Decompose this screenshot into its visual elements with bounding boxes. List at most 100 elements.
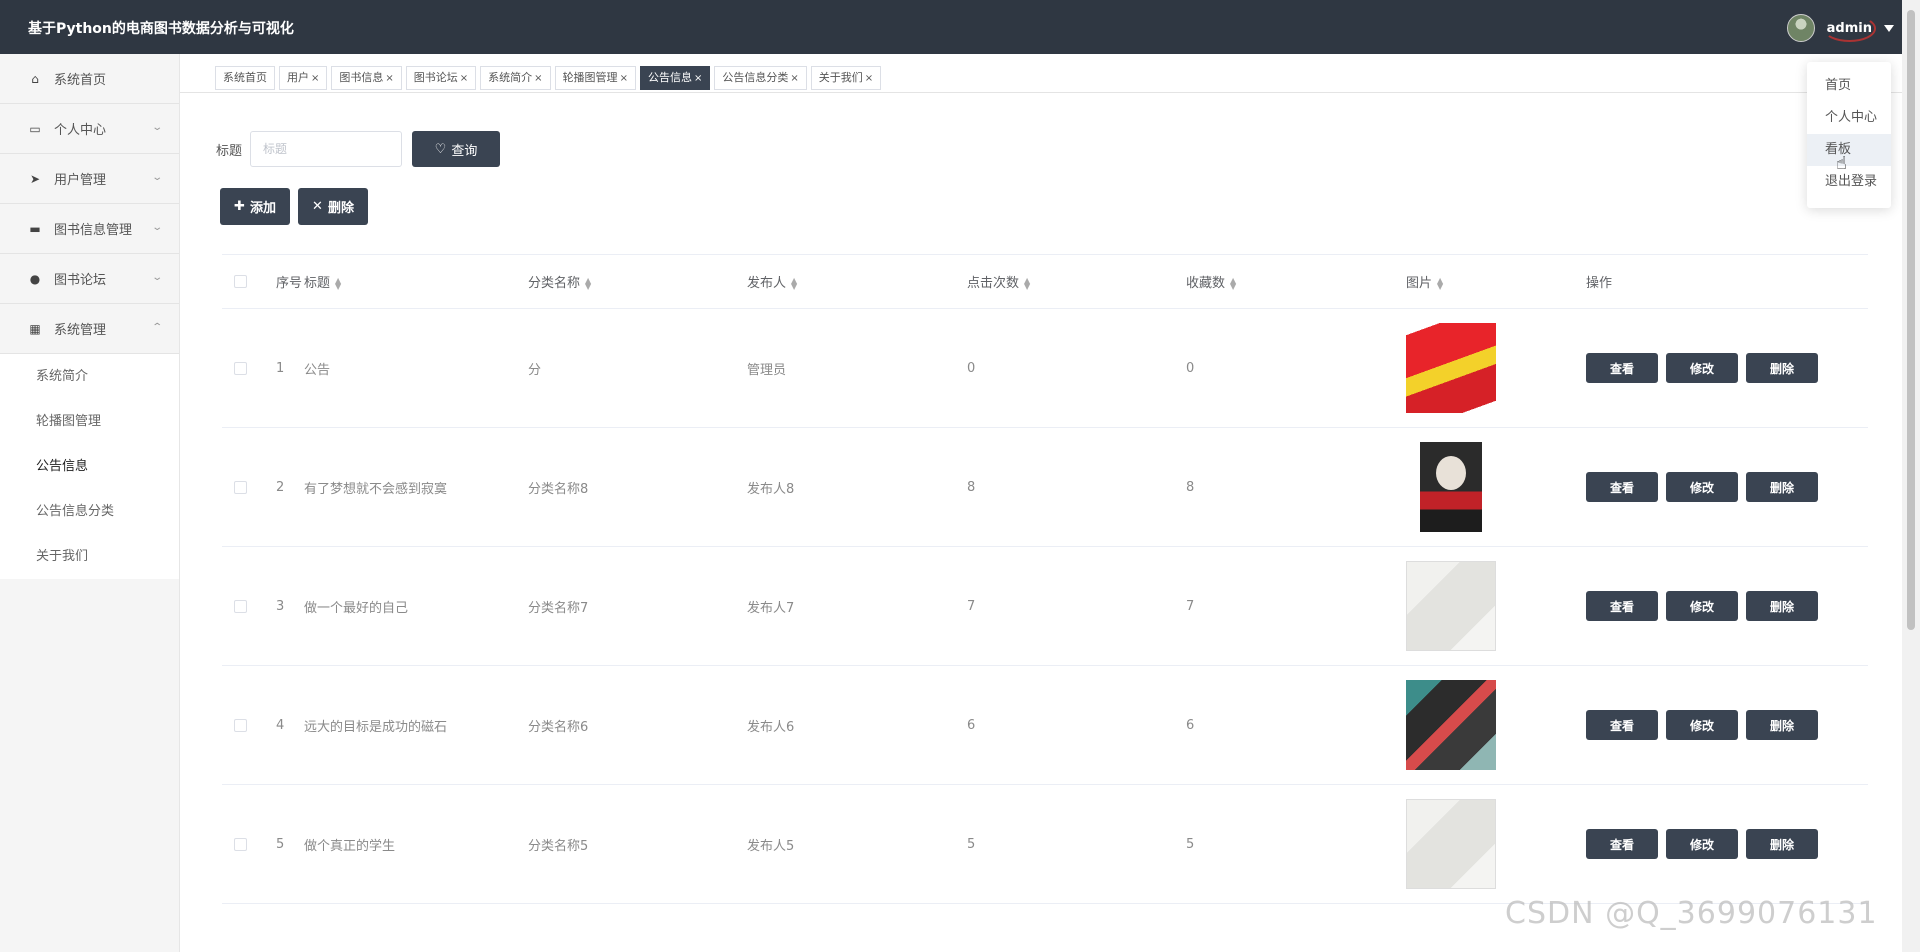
- row-checkbox[interactable]: [234, 718, 247, 732]
- delete-button[interactable]: 删除: [1746, 353, 1818, 383]
- tab-book-forum[interactable]: 图书论坛 ×: [405, 66, 477, 90]
- action-bar: ✚ 添加 ✕ 删除: [220, 188, 368, 225]
- tab-book-info[interactable]: 图书信息 ×: [331, 66, 402, 90]
- system-submenu: 系统简介 轮播图管理 公告信息 公告信息分类 关于我们: [0, 354, 179, 579]
- view-button[interactable]: 查看: [1586, 353, 1658, 383]
- sidebar-subitem-about[interactable]: 关于我们: [0, 534, 179, 579]
- top-bar: 基于Python的电商图书数据分析与可视化 admin: [0, 0, 1920, 54]
- sidebar-subitem-notice-category[interactable]: 公告信息分类: [0, 489, 179, 534]
- header-actions: 操作: [1586, 276, 1613, 291]
- close-icon[interactable]: ×: [620, 73, 628, 84]
- book-cover-image[interactable]: [1406, 799, 1496, 889]
- scrollbar[interactable]: [1902, 0, 1920, 952]
- header-favorites[interactable]: 收藏数 ▲ ▼: [1186, 272, 1406, 291]
- header-title[interactable]: 标题 ▲ ▼: [304, 272, 528, 291]
- sort-icon[interactable]: ▲ ▼: [1024, 276, 1030, 290]
- book-cover-image[interactable]: [1406, 680, 1496, 770]
- search-button[interactable]: ♡ 查询: [412, 131, 501, 167]
- edit-button[interactable]: 修改: [1666, 591, 1738, 621]
- close-icon[interactable]: ×: [460, 73, 468, 84]
- send-icon: ➤: [29, 171, 41, 186]
- header-clicks[interactable]: 点击次数 ▲ ▼: [967, 272, 1186, 291]
- sort-icon[interactable]: ▲ ▼: [585, 276, 591, 290]
- sidebar-item-label: 个人中心: [54, 123, 107, 138]
- tab-system-intro[interactable]: 系统简介 ×: [480, 66, 551, 90]
- scrollbar-thumb[interactable]: [1907, 10, 1915, 630]
- edit-button[interactable]: 修改: [1666, 710, 1738, 740]
- row-checkbox[interactable]: [234, 480, 247, 494]
- sort-icon[interactable]: ▲ ▼: [1437, 276, 1443, 290]
- header-publisher[interactable]: 发布人 ▲ ▼: [747, 272, 967, 291]
- dropdown-item-profile[interactable]: 个人中心: [1807, 102, 1891, 134]
- dropdown-item-logout[interactable]: 退出登录: [1807, 166, 1891, 198]
- close-icon[interactable]: ×: [865, 73, 873, 84]
- close-icon[interactable]: ×: [311, 73, 319, 84]
- cell-favorites: 7: [1186, 598, 1195, 614]
- cell-clicks: 0: [967, 360, 976, 376]
- sidebar-item-system[interactable]: ▦ 系统管理 ⌃: [0, 304, 179, 354]
- view-button[interactable]: 查看: [1586, 829, 1658, 859]
- cell-publisher: 发布人6: [747, 719, 795, 735]
- delete-button[interactable]: 删除: [1746, 472, 1818, 502]
- tab-notice-category[interactable]: 公告信息分类 ×: [714, 66, 807, 90]
- avatar[interactable]: [1786, 14, 1815, 42]
- table-header: 序号 标题 ▲ ▼ 分类名称 ▲ ▼ 发布人 ▲ ▼ 点击次数 ▲ ▼ 收藏数 ▲ ▼ 图片 ▲ ▼ 操…: [222, 255, 1868, 309]
- sidebar-subitem-intro[interactable]: 系统简介: [0, 354, 179, 399]
- close-icon[interactable]: ×: [694, 73, 702, 84]
- view-button[interactable]: 查看: [1586, 710, 1658, 740]
- view-button[interactable]: 查看: [1586, 472, 1658, 502]
- header-index: 序号: [276, 276, 303, 291]
- dropdown-item-home[interactable]: 首页: [1807, 70, 1891, 102]
- add-button[interactable]: ✚ 添加: [220, 188, 290, 225]
- edit-button[interactable]: 修改: [1666, 353, 1738, 383]
- sidebar-item-books[interactable]: ▬ 图书信息管理 ⌄: [0, 204, 179, 254]
- header-category[interactable]: 分类名称 ▲ ▼: [528, 272, 747, 291]
- close-icon[interactable]: ×: [534, 73, 542, 84]
- sidebar-item-forum[interactable]: ● 图书论坛 ⌄: [0, 254, 179, 304]
- row-checkbox[interactable]: [234, 361, 247, 375]
- view-button[interactable]: 查看: [1586, 591, 1658, 621]
- sort-icon[interactable]: ▲ ▼: [335, 276, 341, 290]
- sort-icon[interactable]: ▲ ▼: [791, 276, 797, 290]
- row-checkbox[interactable]: [234, 599, 247, 613]
- tab-notice[interactable]: 公告信息 ×: [639, 66, 711, 90]
- notice-table: 序号 标题 ▲ ▼ 分类名称 ▲ ▼ 发布人 ▲ ▼ 点击次数 ▲ ▼ 收藏数 ▲ ▼ 图片 ▲ ▼ 操…: [222, 254, 1868, 904]
- sidebar-subitem-notice[interactable]: 公告信息: [0, 444, 179, 489]
- edit-button[interactable]: 修改: [1666, 829, 1738, 859]
- tab-carousel[interactable]: 轮播图管理 ×: [554, 66, 636, 90]
- chevron-down-icon: ⌄: [150, 122, 163, 133]
- tab-users[interactable]: 用户 ×: [279, 66, 328, 90]
- delete-button[interactable]: 删除: [1746, 710, 1818, 740]
- user-menu[interactable]: admin: [1786, 14, 1894, 42]
- header-image[interactable]: 图片 ▲ ▼: [1406, 272, 1586, 291]
- select-all-checkbox[interactable]: [234, 275, 247, 288]
- sidebar-item-users[interactable]: ➤ 用户管理 ⌄: [0, 154, 179, 204]
- batch-delete-button[interactable]: ✕ 删除: [298, 188, 368, 225]
- cell-favorites: 6: [1186, 717, 1195, 733]
- search-input[interactable]: [250, 131, 403, 167]
- sidebar-item-home[interactable]: ⌂ 系统首页: [0, 54, 179, 104]
- book-cover-image[interactable]: [1420, 442, 1482, 532]
- close-icon: ✕: [312, 199, 323, 214]
- dropdown-item-dashboard[interactable]: 看板: [1807, 134, 1891, 166]
- book-cover-image[interactable]: [1406, 561, 1496, 651]
- row-checkbox[interactable]: [234, 837, 247, 851]
- book-cover-image[interactable]: [1406, 323, 1496, 413]
- sidebar-item-profile[interactable]: ▭ 个人中心 ⌄: [0, 104, 179, 154]
- cell-category: 分类名称7: [528, 600, 589, 616]
- username[interactable]: admin: [1822, 14, 1876, 42]
- close-icon[interactable]: ×: [790, 73, 798, 84]
- tab-about[interactable]: 关于我们 ×: [810, 66, 882, 90]
- tab-home[interactable]: 系统首页: [215, 66, 275, 90]
- table-row: 5 做个真正的学生 分类名称5 发布人5 5 5 查看 修改 删除: [222, 785, 1868, 904]
- sidebar-subitem-carousel[interactable]: 轮播图管理: [0, 399, 179, 444]
- delete-button[interactable]: 删除: [1746, 829, 1818, 859]
- cell-index: 4: [276, 717, 285, 733]
- cell-clicks: 6: [967, 717, 976, 733]
- close-icon[interactable]: ×: [385, 73, 393, 84]
- caret-down-icon[interactable]: [1884, 24, 1894, 32]
- hand-cursor-icon: ☝: [1836, 153, 1847, 174]
- edit-button[interactable]: 修改: [1666, 472, 1738, 502]
- delete-button[interactable]: 删除: [1746, 591, 1818, 621]
- sort-icon[interactable]: ▲ ▼: [1230, 276, 1236, 290]
